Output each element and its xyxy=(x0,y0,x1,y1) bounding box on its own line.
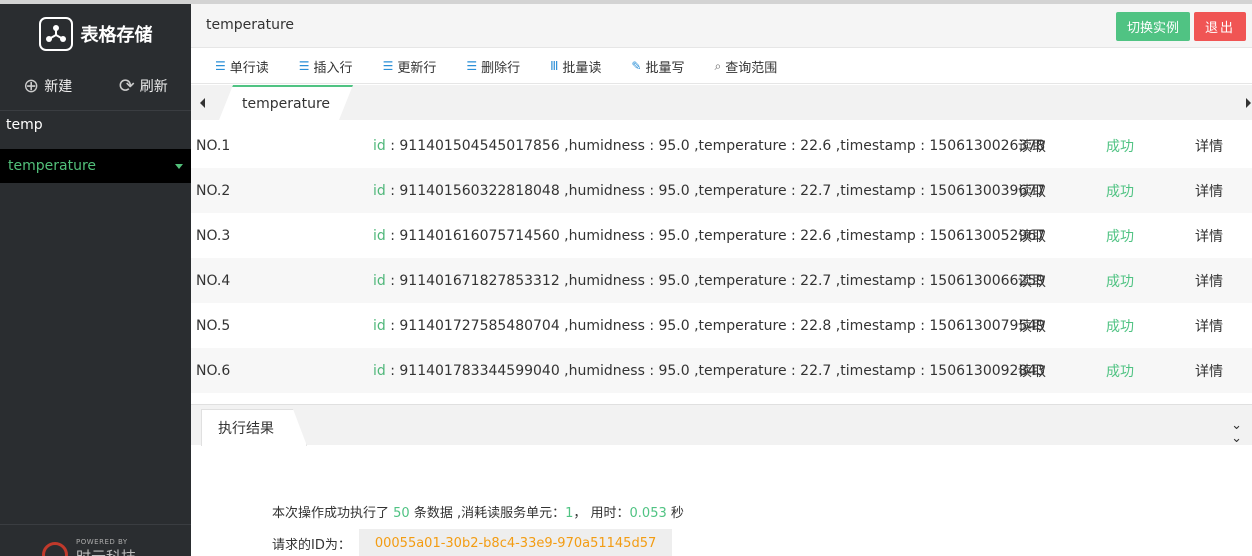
page-title: temperature xyxy=(206,17,294,33)
table-row: NO.2 id : 911401560322818048 ,humidness … xyxy=(191,168,1252,213)
delete-row-icon: ☰ xyxy=(466,59,478,73)
sidebar: 表格存储 ⊕ 新建 ⟳ 刷新 temp temperature POWERED … xyxy=(0,4,191,556)
header: temperature 切换实例 退出 xyxy=(191,4,1252,48)
new-button[interactable]: ⊕ 新建 xyxy=(0,68,96,104)
execution-summary: 本次操作成功执行了 50 条数据 ,消耗读服务单元：1， 用时：0.053 秒 xyxy=(272,506,684,521)
row-detail-link[interactable]: 详情 xyxy=(1195,181,1223,201)
company-name: 时云科技 xyxy=(76,546,136,556)
sidebar-footer-divider xyxy=(0,524,191,525)
row-record: id : 911401727585480704 ,humidness : 95.… xyxy=(373,317,1046,334)
row-operation: 读取 xyxy=(1018,138,1046,155)
refresh-label: 刷新 xyxy=(139,79,168,95)
sidebar-table-label: temperature xyxy=(8,158,96,174)
insert-row-icon: ☰ xyxy=(298,59,310,73)
row-record: id : 911401671827853312 ,humidness : 95.… xyxy=(373,272,1046,289)
row-count: 50 xyxy=(393,506,410,521)
refresh-button[interactable]: ⟳ 刷新 xyxy=(96,68,192,104)
row-operation: 读取 xyxy=(1018,228,1046,245)
row-operation: 读取 xyxy=(1018,183,1046,200)
row-detail-link[interactable]: 详情 xyxy=(1195,226,1223,246)
request-id-label: 请求的ID为： xyxy=(272,537,351,553)
switch-instance-button[interactable]: 切换实例 xyxy=(1116,12,1190,41)
row-detail-link[interactable]: 详情 xyxy=(1195,271,1223,291)
row-record: id : 911401560322818048 ,humidness : 95.… xyxy=(373,182,1046,199)
row-operation: 读取 xyxy=(1018,273,1046,290)
row-status: 成功 xyxy=(1106,318,1134,335)
batch-write-button[interactable]: ✎ 批量写 xyxy=(631,57,684,76)
row-record: id : 911401783344599040 ,humidness : 95.… xyxy=(373,362,1046,379)
delete-row-button[interactable]: ☰ 删除行 xyxy=(466,57,520,76)
table-row: NO.1 id : 911401504545017856 ,humidness … xyxy=(191,123,1252,168)
row-detail-link[interactable]: 详情 xyxy=(1195,136,1223,156)
tab-execution-result[interactable]: 执行结果 xyxy=(201,409,307,446)
table-row: NO.6 id : 911401783344599040 ,humidness … xyxy=(191,348,1252,393)
result-rows: NO.1 id : 911401504545017856 ,humidness … xyxy=(191,123,1252,393)
brand: 表格存储 xyxy=(0,4,191,64)
result-panel-header: 执行结果 ⌄ ⌄ xyxy=(191,404,1252,445)
request-id-value[interactable]: 00055a01-30b2-b8c4-33e9-970a51145d57 xyxy=(358,529,673,556)
row-number: NO.2 xyxy=(196,182,231,199)
tab-bar: temperature xyxy=(191,85,1252,120)
row-status: 成功 xyxy=(1106,183,1134,200)
brand-title: 表格存储 xyxy=(80,25,153,46)
row-operation: 读取 xyxy=(1018,318,1046,335)
table-row: NO.4 id : 911401671827853312 ,humidness … xyxy=(191,258,1252,303)
query-range-button[interactable]: ⌕ 查询范围 xyxy=(715,57,778,76)
elapsed-time: 0.053 xyxy=(629,506,667,521)
search-icon: ⌕ xyxy=(714,58,722,73)
tablestore-logo-icon xyxy=(38,17,73,51)
toolbar: ☰ 单行读 ☰ 插入行 ☰ 更新行 ☰ 删除行 Ⅲ 批量读 ✎ 批量写 ⌕ 查询… xyxy=(191,49,1252,84)
tab-temperature[interactable]: temperature xyxy=(219,85,353,120)
row-operation: 读取 xyxy=(1018,363,1046,380)
update-row-button[interactable]: ☰ 更新行 xyxy=(383,57,437,76)
row-detail-link[interactable]: 详情 xyxy=(1195,361,1223,381)
powered-by: POWERED BY 时云科技 xyxy=(42,538,136,556)
row-status: 成功 xyxy=(1106,228,1134,245)
row-status: 成功 xyxy=(1106,363,1134,380)
row-number: NO.3 xyxy=(196,227,231,244)
row-number: NO.5 xyxy=(196,317,231,334)
sidebar-divider xyxy=(0,110,191,111)
batch-read-icon: Ⅲ xyxy=(550,59,559,73)
powered-by-label: POWERED BY xyxy=(76,538,128,546)
tab-scroll-right-icon[interactable] xyxy=(1246,98,1251,108)
batch-write-icon: ✎ xyxy=(631,59,642,73)
exit-button[interactable]: 退出 xyxy=(1194,12,1246,41)
list-icon: ☰ xyxy=(215,59,226,73)
single-read-button[interactable]: ☰ 单行读 xyxy=(215,57,269,76)
table-row: NO.3 id : 911401616075714560 ,humidness … xyxy=(191,213,1252,258)
table-row: NO.5 id : 911401727585480704 ,humidness … xyxy=(191,303,1252,348)
row-status: 成功 xyxy=(1106,138,1134,155)
tab-scroll-left-icon[interactable] xyxy=(200,98,205,108)
caret-down-icon xyxy=(175,163,183,169)
new-label: 新建 xyxy=(44,79,73,95)
collapse-chevron-icon[interactable]: ⌄ ⌄ xyxy=(1231,419,1242,445)
row-number: NO.1 xyxy=(196,137,231,154)
row-record: id : 911401504545017856 ,humidness : 95.… xyxy=(373,137,1046,154)
sidebar-item-instance[interactable]: temp xyxy=(6,117,43,133)
refresh-icon: ⟳ xyxy=(118,74,135,97)
row-record: id : 911401616075714560 ,humidness : 95.… xyxy=(373,227,1046,244)
update-row-icon: ☰ xyxy=(382,59,394,73)
row-number: NO.6 xyxy=(196,362,231,379)
sidebar-item-table[interactable]: temperature xyxy=(0,149,191,183)
batch-read-button[interactable]: Ⅲ 批量读 xyxy=(550,57,601,76)
row-detail-link[interactable]: 详情 xyxy=(1195,316,1223,336)
row-number: NO.4 xyxy=(196,272,231,289)
insert-row-button[interactable]: ☰ 插入行 xyxy=(299,57,353,76)
company-logo-icon xyxy=(42,542,68,556)
request-id-line: 请求的ID为： 00055a01-30b2-b8c4-33e9-970a5114… xyxy=(272,529,673,556)
plus-circle-icon: ⊕ xyxy=(23,74,40,97)
sidebar-actions: ⊕ 新建 ⟳ 刷新 xyxy=(0,68,191,104)
row-status: 成功 xyxy=(1106,273,1134,290)
